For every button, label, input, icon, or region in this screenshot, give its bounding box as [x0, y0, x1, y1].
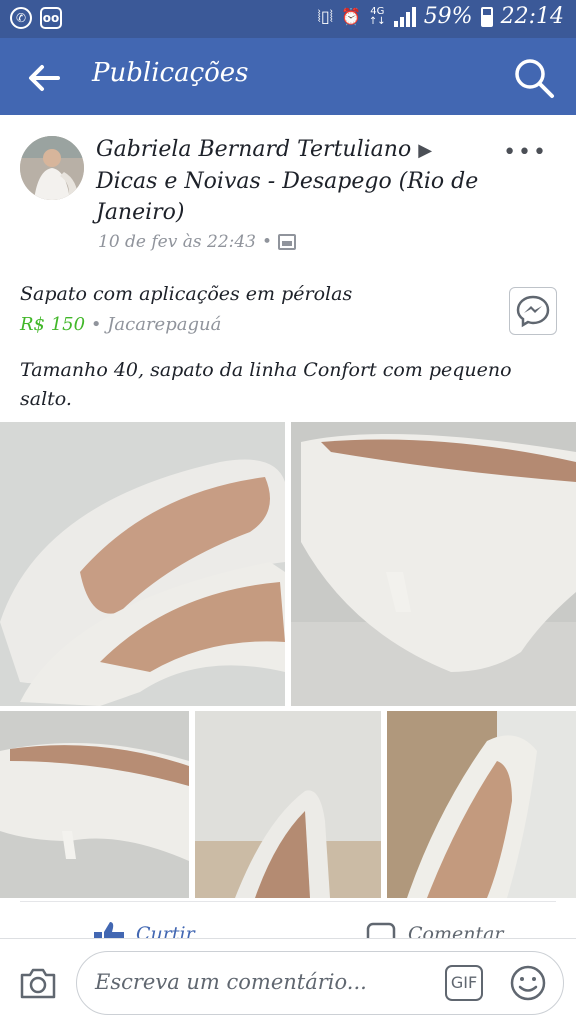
- battery-percent: 59%: [423, 4, 473, 29]
- photo-icon: [278, 234, 297, 250]
- comment-composer: Escreva um comentário... GIF: [0, 938, 576, 1024]
- post-photo[interactable]: [291, 422, 576, 706]
- network-indicator: 4G ↑↓: [368, 5, 386, 27]
- post-photo[interactable]: [195, 711, 381, 898]
- post-timestamp[interactable]: 10 de fev às 22:43: [98, 232, 256, 252]
- back-arrow-icon[interactable]: [24, 60, 64, 96]
- voicemail-icon: oo: [40, 7, 62, 29]
- group-name[interactable]: Dicas e Noivas - Desapego (Rio de Janeir…: [96, 169, 478, 225]
- messenger-button[interactable]: [509, 287, 557, 335]
- sticker-icon[interactable]: [509, 964, 547, 1002]
- item-details: R$ 150 • Jacarepaguá: [20, 314, 221, 335]
- messenger-icon: [516, 295, 550, 328]
- page-title: Publicações: [92, 58, 249, 88]
- search-icon[interactable]: [512, 56, 556, 100]
- alarm-icon: ⏰: [341, 7, 361, 26]
- clock: 22:14: [500, 4, 564, 29]
- item-location: Jacarepaguá: [107, 314, 222, 335]
- author-name[interactable]: Gabriela Bernard Tertuliano: [96, 137, 411, 162]
- battery-icon: [480, 6, 493, 27]
- post-photo[interactable]: [0, 422, 285, 706]
- meta-separator: •: [262, 232, 273, 252]
- post-photo[interactable]: [0, 711, 189, 898]
- comment-input[interactable]: Escreva um comentário...: [76, 951, 564, 1015]
- signal-icon: [393, 6, 416, 27]
- status-bar: ✆ oo ⦚▯⦚ ⏰ 4G ↑↓ 59% 22:14: [0, 0, 576, 38]
- avatar[interactable]: [20, 136, 84, 200]
- more-options-icon[interactable]: •••: [503, 140, 548, 165]
- post-text: Tamanho 40, sapato da linha Confort com …: [20, 359, 512, 410]
- camera-icon[interactable]: [18, 965, 58, 1001]
- post-photo[interactable]: [387, 711, 576, 898]
- whatsapp-icon: ✆: [10, 7, 32, 29]
- divider: [20, 901, 556, 902]
- gif-button[interactable]: GIF: [445, 965, 483, 1001]
- post-meta: 10 de fev às 22:43 •: [98, 232, 297, 252]
- item-price: R$ 150: [20, 314, 86, 335]
- app-bar: Publicações: [0, 38, 576, 115]
- arrow-right-icon: ▶: [418, 140, 433, 161]
- vibrate-icon: ⦚▯⦚: [317, 6, 334, 26]
- post-author[interactable]: Gabriela Bernard Tertuliano ▶ Dicas e No…: [96, 134, 496, 228]
- meta-separator: •: [90, 314, 102, 335]
- item-title: Sapato com aplicações em pérolas: [20, 283, 353, 305]
